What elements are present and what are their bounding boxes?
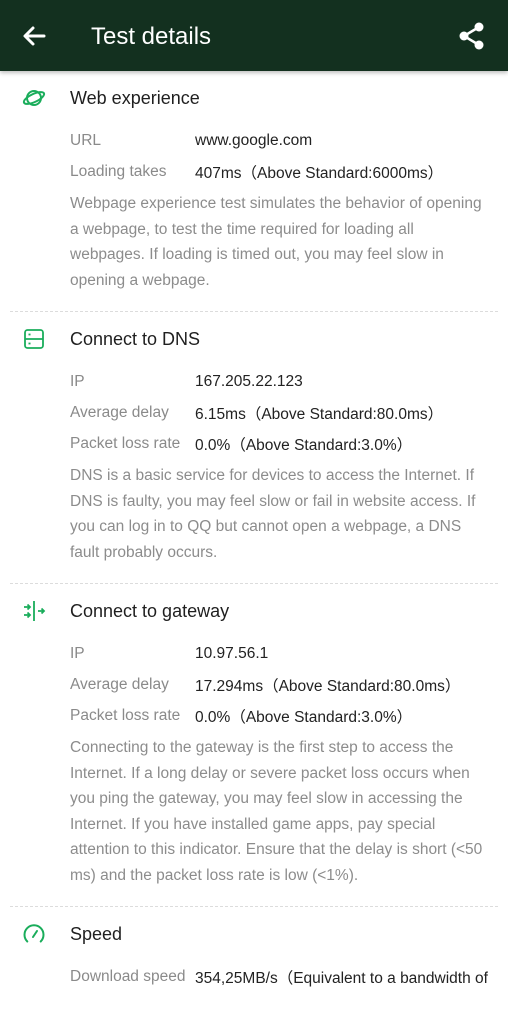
server-icon [24,329,44,349]
info-row-url: URL www.google.com [70,125,498,156]
row-label: URL [70,131,102,149]
row-value: 354,25MB/s（Equivalent to a bandwidth of [195,969,488,987]
section-title: Speed [70,924,123,944]
page-title: Test details [91,23,212,50]
section-description: Webpage experience test simulates the be… [70,195,482,289]
section-title: Connect to gateway [70,601,230,621]
share-button[interactable] [456,20,488,52]
section-title: Connect to DNS [70,329,201,349]
section-dns: Connect to DNS IP 167.205.22.123 Average… [10,312,498,584]
row-label: Average delay [70,403,169,421]
info-row-packet-loss: Packet loss rate 0.0%（Above Standard:3.0… [70,428,498,459]
section-description: Connecting to the gateway is the first s… [70,739,483,884]
section-title: Web experience [70,88,200,108]
row-label: Download speed [70,967,186,985]
row-value: 0.0%（Above Standard:3.0%） [195,708,413,726]
row-label: Average delay [70,675,169,693]
section-gateway: Connect to gateway IP 10.97.56.1 Average… [10,584,498,907]
app-bar: Test details [0,0,508,71]
info-row-ip: IP 10.97.56.1 [70,638,498,669]
back-button[interactable] [18,20,50,52]
info-row-loading: Loading takes 407ms（Above Standard:6000m… [70,156,498,187]
row-label: Packet loss rate [70,434,181,452]
section-speed: Speed Download speed 354,25MB/s（Equivale… [10,907,498,992]
row-value: 0.0%（Above Standard:3.0%） [195,436,413,454]
arrow-left-icon [23,26,46,46]
row-value: 407ms（Above Standard:6000ms） [195,164,444,182]
row-label: IP [70,644,85,662]
share-icon [459,22,484,50]
row-label: Packet loss rate [70,706,181,724]
row-value: 17.294ms（Above Standard:80.0ms） [195,677,461,695]
section-web-experience: Web experience URL www.google.com Loadin… [10,71,498,312]
row-value: 167.205.22.123 [195,372,303,390]
info-row-delay: Average delay 6.15ms（Above Standard:80.0… [70,397,498,428]
section-description: DNS is a basic service for devices to ac… [70,467,476,561]
row-label: IP [70,372,85,390]
row-value: www.google.com [195,131,313,149]
row-value: 6.15ms（Above Standard:80.0ms） [195,405,444,423]
row-value: 10.97.56.1 [195,644,269,662]
gateway-icon [24,601,46,621]
info-row-packet-loss: Packet loss rate 0.0%（Above Standard:3.0… [70,700,498,731]
row-label: Loading takes [70,162,167,180]
details-content[interactable]: Web experience URL www.google.com Loadin… [0,71,508,1024]
info-row-ip: IP 167.205.22.123 [70,366,498,397]
info-row-download-speed: Download speed 354,25MB/s（Equivalent to … [70,961,498,992]
info-row-delay: Average delay 17.294ms（Above Standard:80… [70,669,498,700]
speedometer-icon [23,924,45,943]
planet-icon [22,90,46,106]
